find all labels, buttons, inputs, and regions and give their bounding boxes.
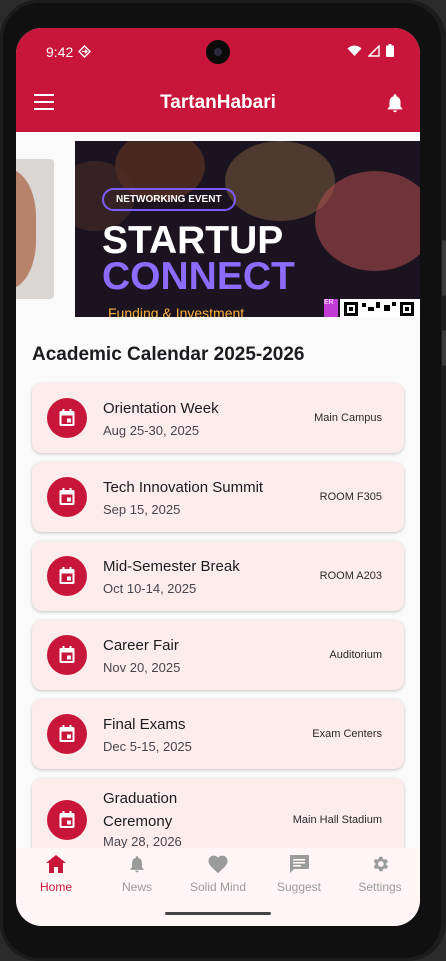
- app-bar: TartanHabari: [16, 76, 420, 132]
- carousel-previous-card[interactable]: [16, 159, 54, 299]
- sync-icon: [78, 45, 91, 58]
- nav-label: News: [121, 880, 152, 894]
- banner-photo-bg: [315, 171, 420, 271]
- nav-settings[interactable]: Settings: [340, 854, 420, 894]
- event-title: Final Exams: [103, 716, 186, 733]
- featured-carousel[interactable]: NETWORKING EVENT STARTUP CONNECT Funding…: [16, 141, 420, 317]
- app-title: TartanHabari: [160, 92, 276, 113]
- calendar-event-icon: [47, 477, 87, 517]
- banner-headline-2: CONNECT: [102, 255, 295, 298]
- event-date: Nov 20, 2025: [103, 660, 181, 675]
- calendar-event-icon: [47, 635, 87, 675]
- event-title: Graduation Ceremony: [103, 790, 178, 830]
- event-title: Career Fair: [103, 637, 179, 654]
- home-indicator[interactable]: [165, 912, 271, 915]
- event-date: Aug 25-30, 2025: [103, 423, 200, 438]
- status-icons: [347, 44, 394, 57]
- event-card[interactable]: Tech Innovation Summit Sep 15, 2025 ROOM…: [32, 462, 404, 532]
- event-date: Oct 10-14, 2025: [103, 581, 197, 596]
- event-title: Orientation Week: [103, 400, 219, 417]
- event-card[interactable]: Final Exams Dec 5-15, 2025 Exam Centers: [32, 699, 404, 769]
- event-location: Main Campus: [314, 412, 382, 424]
- calendar-event-icon: [47, 398, 87, 438]
- front-camera: [206, 40, 230, 64]
- bell-icon: [130, 856, 144, 873]
- status-time: 9:42: [46, 44, 74, 60]
- qr-code-icon: [340, 299, 420, 317]
- event-location: Main Hall Stadium: [292, 814, 382, 826]
- status-bar: 9:42: [16, 28, 420, 76]
- startup-connect-banner[interactable]: NETWORKING EVENT STARTUP CONNECT Funding…: [75, 141, 420, 317]
- person-photo: [16, 169, 36, 289]
- nav-suggest[interactable]: Suggest: [259, 854, 339, 894]
- nav-solid-mind[interactable]: Solid Mind: [178, 854, 258, 894]
- event-location: Auditorium: [329, 649, 382, 661]
- nav-label: Suggest: [276, 880, 322, 894]
- phone-frame: 9:42 TartanHabari NETWORKING EVENT START…: [0, 0, 446, 961]
- event-location: ROOM F305: [319, 491, 382, 503]
- chat-icon: [290, 855, 309, 873]
- heart-icon: [208, 855, 228, 874]
- calendar-event-icon: [47, 714, 87, 754]
- notifications-bell-icon[interactable]: [384, 91, 406, 115]
- event-card[interactable]: Orientation Week Aug 25-30, 2025 Main Ca…: [32, 383, 404, 453]
- gear-icon: [373, 856, 389, 872]
- home-icon: [46, 855, 66, 873]
- event-title: Tech Innovation Summit: [103, 479, 264, 496]
- nav-label: Solid Mind: [189, 880, 247, 894]
- nav-news[interactable]: News: [97, 854, 177, 894]
- calendar-section-title: Academic Calendar 2025-2026: [32, 344, 305, 365]
- app-screen: 9:42 TartanHabari NETWORKING EVENT START…: [16, 28, 420, 926]
- event-date: May 28, 2026: [103, 834, 182, 849]
- event-date: Dec 5-15, 2025: [103, 739, 192, 754]
- banner-badge: NETWORKING EVENT: [102, 188, 236, 211]
- nav-home[interactable]: Home: [16, 854, 96, 894]
- event-title: Mid-Semester Break: [103, 558, 240, 575]
- event-card[interactable]: Mid-Semester Break Oct 10-14, 2025 ROOM …: [32, 541, 404, 611]
- event-location: Exam Centers: [312, 728, 382, 740]
- nav-label: Home: [39, 880, 72, 894]
- event-card[interactable]: Career Fair Nov 20, 2025 Auditorium: [32, 620, 404, 690]
- power-button: [442, 330, 446, 366]
- event-date: Sep 15, 2025: [103, 502, 181, 517]
- signal-icon: [368, 44, 380, 57]
- banner-side-tab: ER: [324, 299, 338, 317]
- wifi-icon: [347, 45, 362, 56]
- event-location: ROOM A203: [319, 570, 382, 582]
- calendar-event-icon: [47, 556, 87, 596]
- calendar-event-icon: [47, 800, 87, 840]
- volume-button: [442, 240, 446, 296]
- banner-tagline: Funding & Investment: [108, 305, 245, 317]
- battery-icon: [386, 44, 394, 57]
- nav-label: Settings: [358, 880, 402, 894]
